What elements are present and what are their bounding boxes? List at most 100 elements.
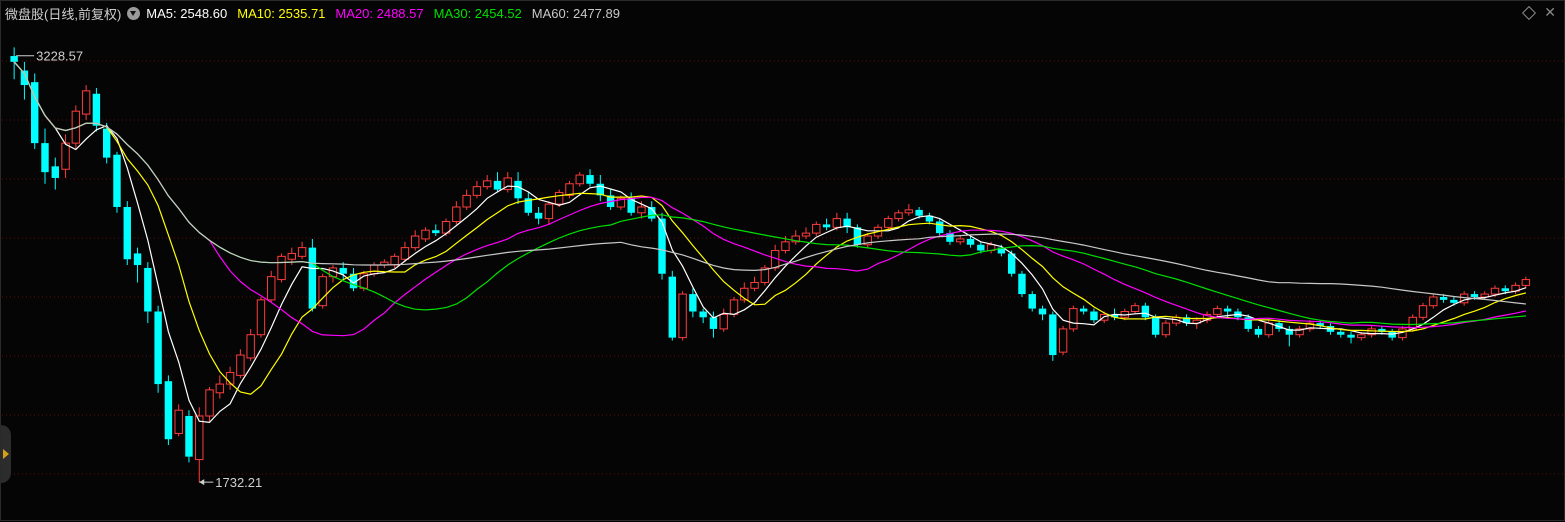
candle xyxy=(699,308,707,324)
candle-body xyxy=(1141,305,1150,318)
candle-body xyxy=(822,224,831,228)
candle-body xyxy=(297,247,307,257)
candle-body xyxy=(195,415,204,461)
candle xyxy=(1418,302,1428,321)
candle-body xyxy=(215,383,225,394)
candle xyxy=(791,230,800,245)
candle xyxy=(411,230,420,251)
candle xyxy=(1213,305,1222,318)
candle-body xyxy=(658,218,666,274)
candle xyxy=(1049,311,1057,361)
candle xyxy=(586,169,594,187)
ma30-label: MA30: 2454.52 xyxy=(433,5,522,21)
candle-body xyxy=(472,186,482,196)
candle xyxy=(246,328,255,361)
chart-title: 微盘股(日线,前复权) xyxy=(5,6,122,22)
candle xyxy=(256,296,266,338)
candle-body xyxy=(977,244,985,251)
candle-body xyxy=(637,206,646,214)
candle-body xyxy=(1079,308,1088,312)
candle xyxy=(31,73,39,149)
candle xyxy=(41,128,49,184)
chart-header: 微盘股(日线,前复权) MA5: 2548.60 MA10: 2535.71 M… xyxy=(5,3,630,23)
candle xyxy=(215,375,225,399)
dropdown-icon[interactable] xyxy=(127,6,141,20)
diamond-icon[interactable] xyxy=(1522,5,1537,21)
candle xyxy=(380,259,389,268)
candle xyxy=(144,262,152,324)
candle-body xyxy=(935,221,944,234)
ma60-label: MA60: 2477.89 xyxy=(531,5,620,21)
candle-body xyxy=(1038,308,1047,315)
candle xyxy=(51,157,59,190)
candle xyxy=(452,201,461,225)
candle-body xyxy=(812,223,821,234)
candle xyxy=(884,215,893,231)
candle xyxy=(565,180,574,199)
expand-panel-icon[interactable] xyxy=(1,425,11,483)
candle-body xyxy=(586,175,594,184)
candle xyxy=(1429,294,1438,309)
candle-body xyxy=(1018,273,1026,295)
ma20-label: MA20: 2488.57 xyxy=(335,5,424,21)
candle xyxy=(812,221,821,237)
candle xyxy=(10,47,18,80)
candle xyxy=(328,265,338,283)
candle xyxy=(1090,308,1098,324)
candle xyxy=(822,218,831,231)
candle-body xyxy=(781,241,790,252)
candle-body xyxy=(432,230,440,234)
ma10-label: MA10: 2535.71 xyxy=(237,5,326,21)
close-icon[interactable]: ✕ xyxy=(1544,4,1556,20)
corner-controls: ✕ xyxy=(1522,4,1556,21)
candle-body xyxy=(164,381,173,440)
candle-body xyxy=(678,293,687,339)
ma20-line xyxy=(13,61,1527,337)
candle xyxy=(236,349,245,379)
candle xyxy=(462,189,471,210)
kline-chart-panel[interactable]: 3228.57 1732.21 微盘股(日线,前复权) MA5: 2548.60 … xyxy=(0,0,1565,521)
candle-body xyxy=(411,235,420,249)
candle xyxy=(472,180,482,199)
candle-body xyxy=(1058,328,1068,353)
candle-body xyxy=(308,247,317,309)
candle-body xyxy=(1337,331,1345,335)
candle-body xyxy=(1521,279,1531,286)
candle-body xyxy=(884,218,893,228)
candle-body xyxy=(801,232,811,237)
candle xyxy=(1305,320,1315,332)
candle xyxy=(1161,320,1171,338)
candle xyxy=(524,192,533,216)
candle xyxy=(1388,328,1396,341)
candle xyxy=(318,273,327,309)
candle xyxy=(575,172,584,187)
candle xyxy=(1130,302,1140,315)
candle-body xyxy=(133,253,142,266)
low-label: 1732.21 xyxy=(215,475,262,490)
ma5-label: MA5: 2548.60 xyxy=(146,5,228,21)
candle-body xyxy=(482,180,492,188)
candle-body xyxy=(1450,299,1458,303)
candle-body xyxy=(750,281,759,289)
candle xyxy=(1182,314,1191,327)
candle-body xyxy=(699,311,707,318)
candle-body xyxy=(554,191,564,205)
candle-body xyxy=(544,203,554,220)
candle xyxy=(750,276,759,292)
candle-body xyxy=(369,264,379,275)
candle xyxy=(1367,326,1376,338)
candle-body xyxy=(102,128,111,158)
high-label: 3228.57 xyxy=(36,49,83,64)
candle-body xyxy=(154,311,162,385)
candlestick-chart[interactable]: 3228.57 1732.21 xyxy=(1,1,1565,522)
candle-body xyxy=(1213,308,1222,315)
candle xyxy=(133,247,142,283)
candle-body xyxy=(1347,334,1355,338)
candle-body xyxy=(205,389,214,417)
candle xyxy=(297,241,307,260)
candle-body xyxy=(81,90,91,115)
candle xyxy=(277,253,286,283)
candle-body xyxy=(123,206,131,260)
candle-body xyxy=(514,180,522,199)
candle xyxy=(1069,305,1078,332)
